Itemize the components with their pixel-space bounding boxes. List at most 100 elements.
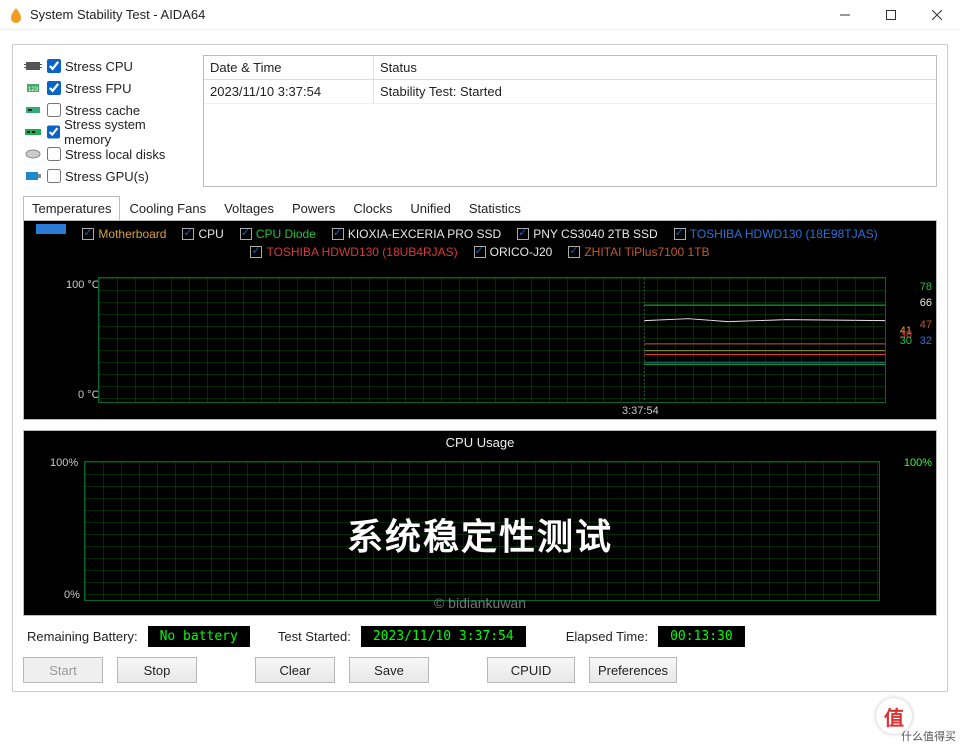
maximize-button[interactable] [868,0,914,30]
temp-y-bot: 0 °C [78,389,100,401]
stress-options: Stress CPU 123 Stress FPU Stress cache St… [23,55,193,187]
legend-label: ZHITAI TiPlus7100 1TB [584,245,709,259]
tab-voltages[interactable]: Voltages [215,196,283,221]
legend-item[interactable]: CPU Diode [240,227,316,241]
badge-icon: 值 [876,698,912,734]
elapsed-label: Elapsed Time: [566,629,648,644]
legend-checkbox[interactable] [82,228,94,240]
legend-item[interactable]: KIOXIA-EXCERIA PRO SSD [332,227,501,241]
device-icon [23,147,43,161]
stress-checkbox[interactable] [47,147,61,161]
stress-label: Stress local disks [65,147,165,162]
legend-checkbox[interactable] [182,228,194,240]
stress-item-stress-cpu[interactable]: Stress CPU [23,55,193,77]
battery-label: Remaining Battery: [27,629,138,644]
log-datetime: 2023/11/10 3:37:54 [204,80,374,103]
status-bar: Remaining Battery: No battery Test Start… [23,616,937,653]
stress-checkbox[interactable] [47,81,61,95]
legend-item[interactable]: Motherboard [82,227,166,241]
tab-unified[interactable]: Unified [401,196,459,221]
legend-item[interactable]: ORICO-J20 [474,245,553,259]
overlay-caption: 系统稳定性测试 [24,508,936,560]
stress-item-stress-gpu-s-[interactable]: Stress GPU(s) [23,165,193,187]
temp-graph [98,277,886,403]
stress-label: Stress cache [65,103,140,118]
temp-value-label: 32 [920,335,932,347]
main-panel: Stress CPU 123 Stress FPU Stress cache St… [12,44,948,692]
preferences-button[interactable]: Preferences [589,657,677,683]
log-header-datetime[interactable]: Date & Time [204,56,374,79]
started-label: Test Started: [278,629,351,644]
legend-item[interactable]: PNY CS3040 2TB SSD [517,227,658,241]
close-button[interactable] [914,0,960,30]
elapsed-value: 00:13:30 [658,626,745,647]
cpu-usage-chart: CPU Usage 100% 0% 100% 系统稳定性测试 © bidiank… [23,430,937,616]
temp-value-label: 30 [900,335,912,347]
legend-checkbox[interactable] [474,246,486,258]
legend-label: PNY CS3040 2TB SSD [533,227,658,241]
legend-checkbox[interactable] [332,228,344,240]
cpuid-button[interactable]: CPUID [487,657,575,683]
tab-temperatures[interactable]: Temperatures [23,196,120,221]
tab-powers[interactable]: Powers [283,196,344,221]
legend-checkbox[interactable] [517,228,529,240]
stress-label: Stress CPU [65,59,133,74]
battery-value: No battery [148,626,250,647]
stress-label: Stress GPU(s) [65,169,149,184]
log-header-status[interactable]: Status [374,56,936,79]
legend-item[interactable]: CPU [182,227,223,241]
legend-label: KIOXIA-EXCERIA PRO SSD [348,227,501,241]
legend-item[interactable]: ZHITAI TiPlus7100 1TB [568,245,709,259]
tab-clocks[interactable]: Clocks [344,196,401,221]
stress-label: Stress system memory [64,117,193,147]
legend-checkbox[interactable] [674,228,686,240]
tabstrip: TemperaturesCooling FansVoltagesPowersCl… [23,195,937,220]
badge-text: 什么值得买 [901,728,956,744]
watermark: © bidiankuwan [24,595,936,611]
minimize-button[interactable] [822,0,868,30]
cpu-r-top: 100% [904,457,932,469]
stress-checkbox[interactable] [47,125,61,139]
save-button[interactable]: Save [349,657,429,683]
log-table: Date & Time Status 2023/11/10 3:37:54 St… [203,55,937,187]
stress-item-stress-fpu[interactable]: 123 Stress FPU [23,77,193,99]
log-body: 2023/11/10 3:37:54 Stability Test: Start… [204,80,936,174]
stress-label: Stress FPU [65,81,131,96]
cpu-chart-title: CPU Usage [24,435,936,450]
legend-item[interactable]: TOSHIBA HDWD130 (18E98TJAS) [674,227,878,241]
legend-checkbox[interactable] [568,246,580,258]
svg-text:123: 123 [28,87,39,93]
log-row[interactable]: 2023/11/10 3:37:54 Stability Test: Start… [204,80,936,104]
legend-item[interactable]: TOSHIBA HDWD130 (18UB4RJAS) [250,245,457,259]
legend-checkbox[interactable] [250,246,262,258]
tab-statistics[interactable]: Statistics [460,196,530,221]
tab-cooling-fans[interactable]: Cooling Fans [120,196,215,221]
window-title: System Stability Test - AIDA64 [30,7,205,22]
log-status: Stability Test: Started [374,80,936,103]
device-icon [23,125,43,139]
started-value: 2023/11/10 3:37:54 [361,626,526,647]
stress-checkbox[interactable] [47,59,61,73]
legend-label: CPU [198,227,223,241]
temp-y-top: 100 °C [66,279,100,291]
legend-label: TOSHIBA HDWD130 (18E98TJAS) [690,227,878,241]
app-icon [8,7,24,23]
temp-legend: Motherboard CPU CPU Diode KIOXIA-EXCERIA PR… [24,221,936,261]
cpu-y-top: 100% [50,457,78,469]
legend-checkbox[interactable] [240,228,252,240]
button-row: Start Stop Clear Save CPUID Preferences [23,653,937,685]
legend-label: TOSHIBA HDWD130 (18UB4RJAS) [266,245,457,259]
clear-button[interactable]: Clear [255,657,335,683]
selection-indicator [36,224,66,234]
temp-value-label: 47 [920,319,932,331]
stress-checkbox[interactable] [47,169,61,183]
stress-item-stress-system-memory[interactable]: Stress system memory [23,121,193,143]
titlebar: System Stability Test - AIDA64 [0,0,960,30]
temp-value-label: 78 [920,281,932,293]
legend-label: Motherboard [98,227,166,241]
start-button[interactable]: Start [23,657,103,683]
temp-x-tick: 3:37:54 [622,405,659,417]
stress-checkbox[interactable] [47,103,61,117]
device-icon [23,59,43,73]
stop-button[interactable]: Stop [117,657,197,683]
